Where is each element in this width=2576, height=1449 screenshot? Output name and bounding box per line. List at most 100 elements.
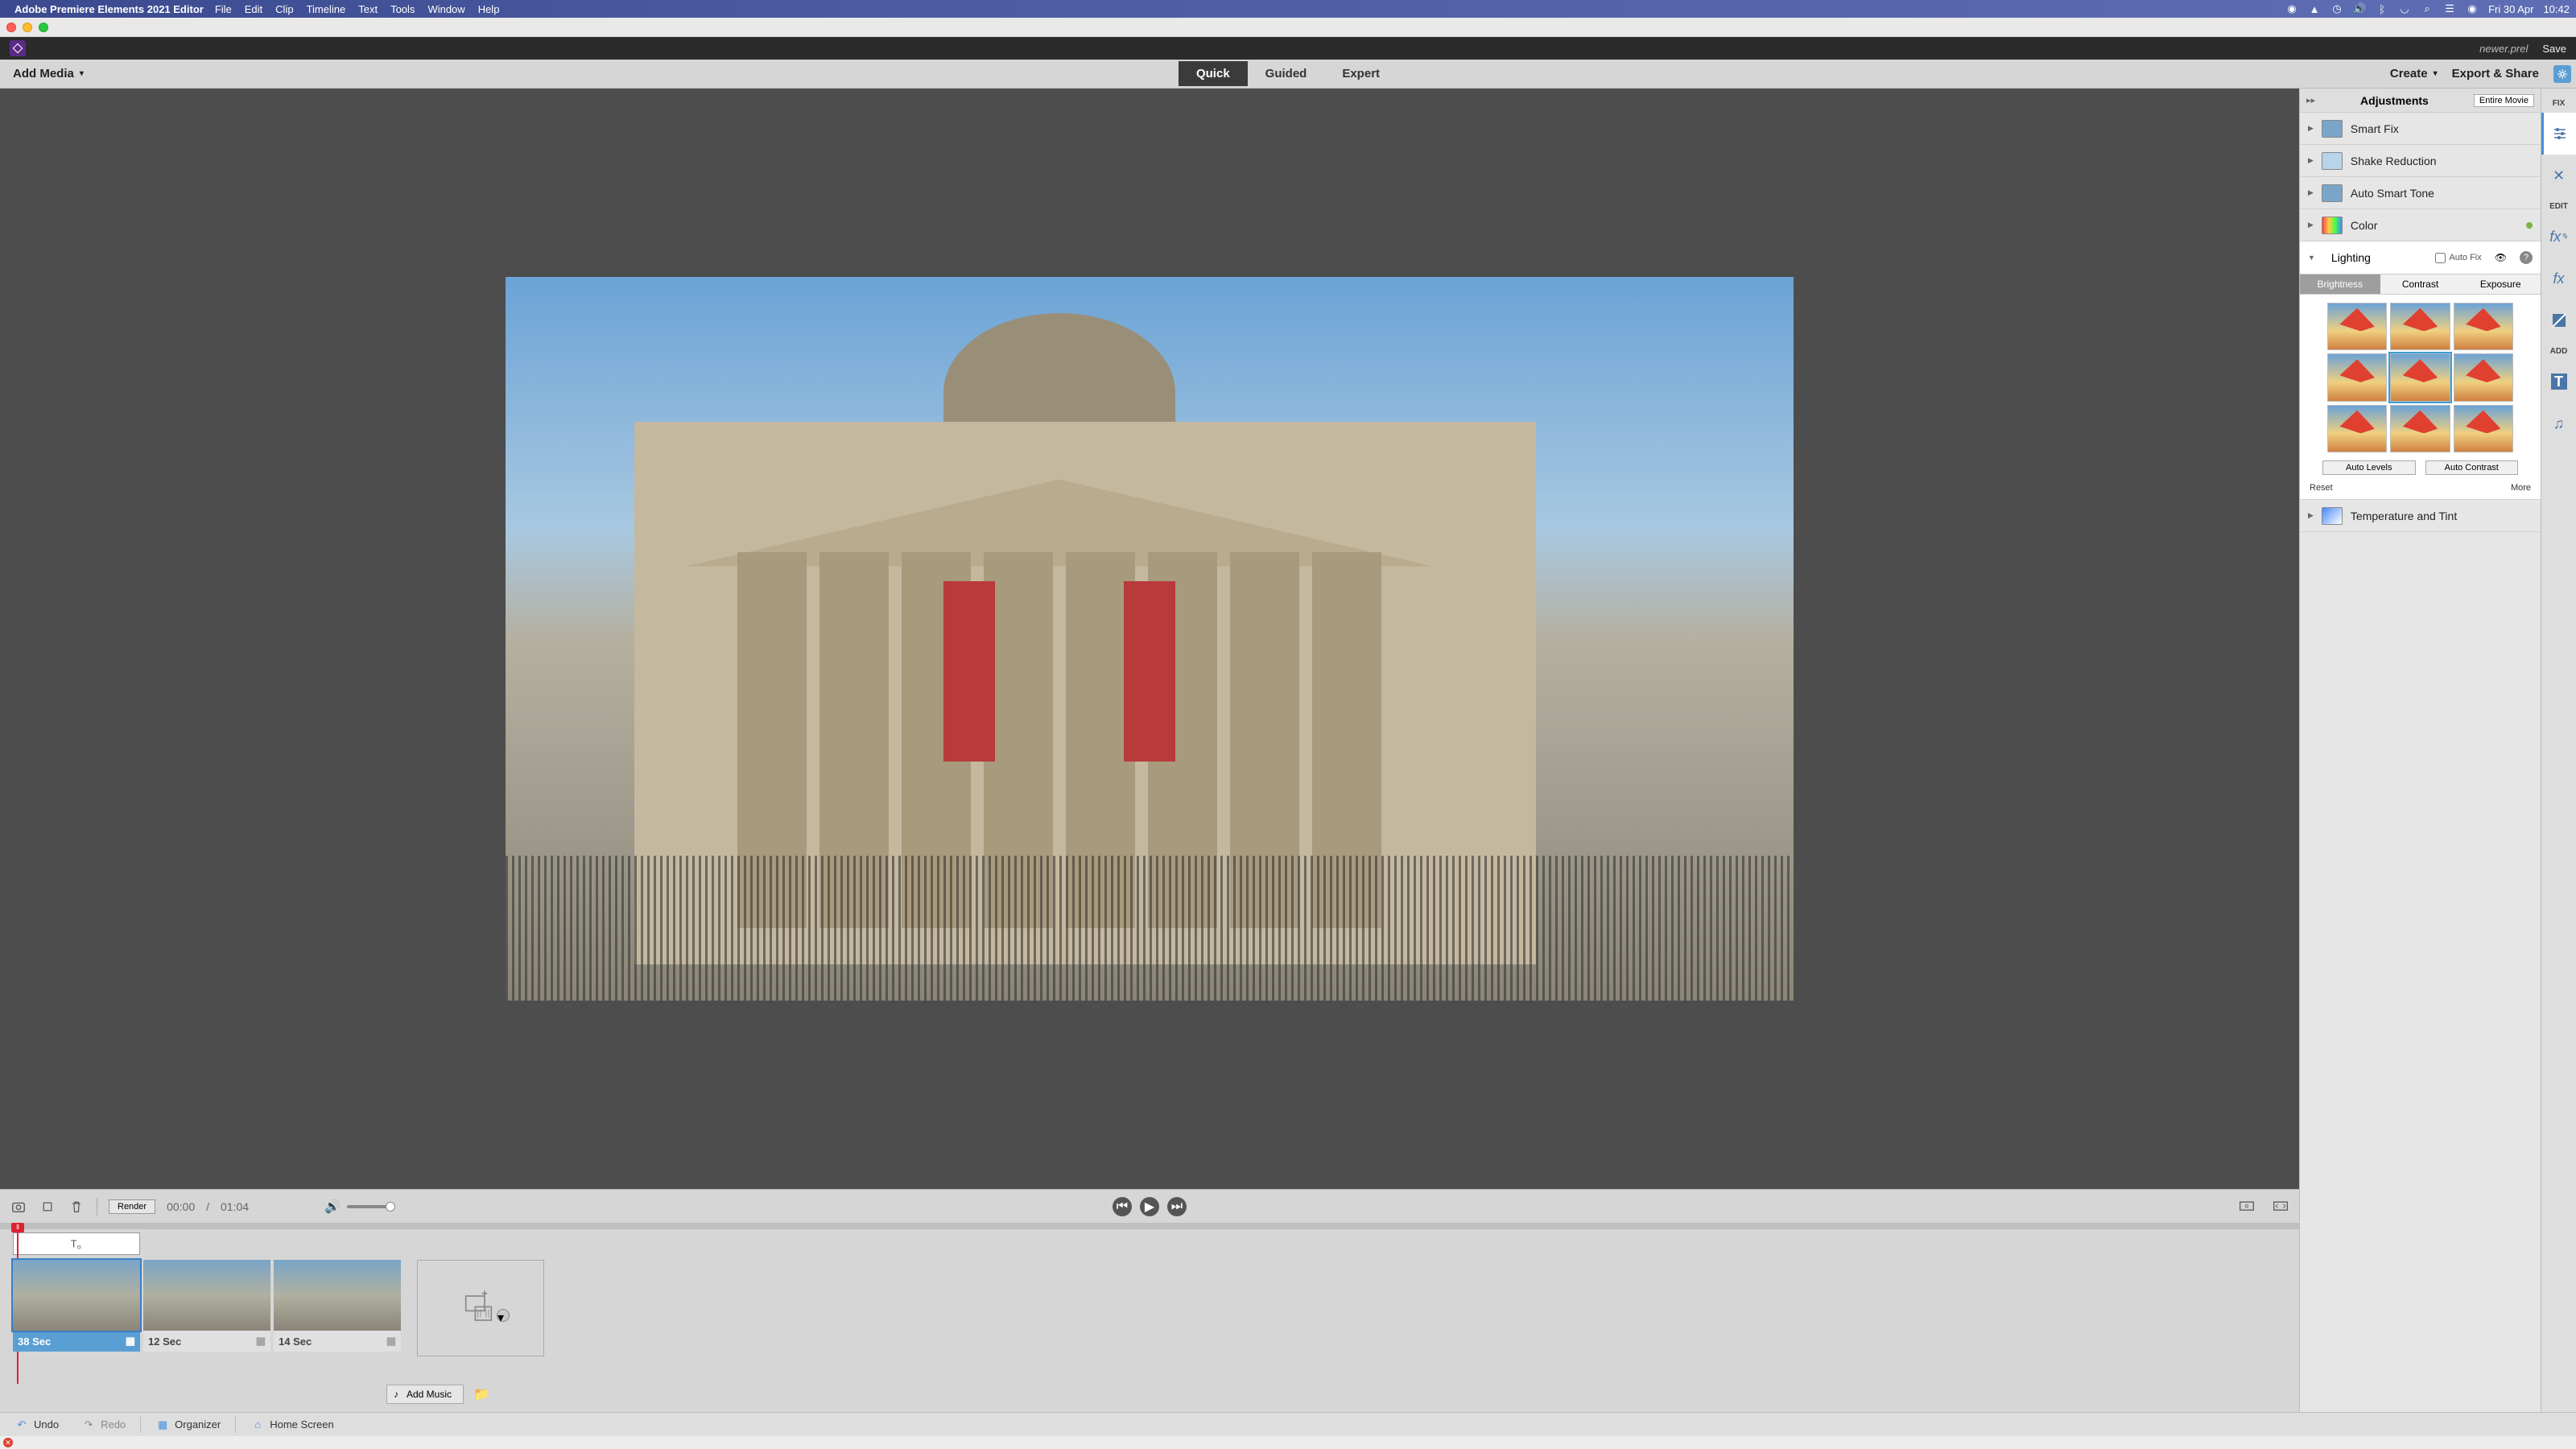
menu-clip[interactable]: Clip	[275, 3, 293, 15]
save-button[interactable]: Save	[2542, 43, 2566, 55]
organizer-button[interactable]: ▦Organizer	[147, 1415, 229, 1435]
play-button[interactable]: ▶	[1140, 1197, 1159, 1216]
preset-3[interactable]	[2454, 303, 2513, 350]
export-share-button[interactable]: Export & Share	[2452, 67, 2539, 80]
menu-edit[interactable]: Edit	[245, 3, 262, 15]
quality-icon[interactable]	[2238, 1198, 2256, 1216]
subtab-brightness[interactable]: Brightness	[2300, 275, 2380, 294]
title-track-slot[interactable]: To	[13, 1232, 140, 1255]
trim-handle-left[interactable]	[274, 1283, 277, 1307]
siri-icon[interactable]: ◉	[2466, 2, 2479, 15]
trim-handle-right[interactable]	[398, 1283, 401, 1307]
tool-transitions[interactable]	[2541, 299, 2576, 341]
bluetooth-icon[interactable]: ᛒ	[2376, 2, 2388, 15]
menu-file[interactable]: File	[215, 3, 232, 15]
tab-expert[interactable]: Expert	[1324, 61, 1397, 86]
clip-2[interactable]: ▾ 12 Sec▦	[143, 1260, 270, 1352]
preset-9[interactable]	[2454, 405, 2513, 452]
app-name[interactable]: Adobe Premiere Elements 2021 Editor	[14, 3, 204, 15]
subtab-exposure[interactable]: Exposure	[2460, 275, 2541, 294]
menu-help[interactable]: Help	[478, 3, 500, 15]
tool-music[interactable]: ♫	[2541, 402, 2576, 444]
help-icon[interactable]: ?	[2520, 251, 2533, 264]
tool-fx[interactable]: fx	[2541, 258, 2576, 299]
clip-menu-icon[interactable]: ▾	[385, 1263, 398, 1276]
adj-shake-reduction[interactable]: ▶Shake Reduction	[2300, 145, 2541, 177]
subtab-contrast[interactable]: Contrast	[2380, 275, 2461, 294]
menu-text[interactable]: Text	[358, 3, 378, 15]
control-center-icon[interactable]: ☰	[2443, 2, 2456, 15]
collapse-panel-icon[interactable]: ▸▸	[2306, 95, 2315, 105]
menu-tools[interactable]: Tools	[390, 3, 415, 15]
settings-gear-icon[interactable]	[2553, 65, 2571, 83]
adj-lighting-header[interactable]: ▼ Lighting Auto Fix 👁 ?	[2300, 242, 2541, 274]
record-icon[interactable]: ◉	[2285, 2, 2298, 15]
render-button[interactable]: Render	[109, 1199, 155, 1214]
marker-icon[interactable]	[39, 1198, 56, 1216]
dropzone-menu-icon[interactable]: ▾	[497, 1309, 510, 1322]
volume-icon[interactable]: 🔊	[2353, 2, 2366, 15]
tool-fx-pen[interactable]: fx✎	[2541, 216, 2576, 258]
preset-7[interactable]	[2327, 405, 2387, 452]
clock-icon[interactable]: ◷	[2330, 2, 2343, 15]
adj-color[interactable]: ▶Color	[2300, 209, 2541, 242]
undo-button[interactable]: ↶Undo	[6, 1415, 67, 1435]
preset-4[interactable]	[2327, 353, 2387, 401]
preset-8[interactable]	[2390, 405, 2450, 452]
trim-handle-right[interactable]	[137, 1283, 140, 1307]
adj-temperature-tint[interactable]: ▶Temperature and Tint	[2300, 500, 2541, 532]
timeline-ruler[interactable]	[0, 1223, 2299, 1229]
preset-1[interactable]	[2327, 303, 2387, 350]
reset-link[interactable]: Reset	[2310, 483, 2333, 493]
redo-button[interactable]: ↷Redo	[73, 1415, 134, 1435]
notification-icon[interactable]: ▲	[2308, 2, 2321, 15]
volume-slider[interactable]	[347, 1205, 395, 1208]
create-button[interactable]: Create	[2390, 67, 2438, 80]
add-media-button[interactable]: Add Media	[5, 62, 92, 85]
tool-adjust[interactable]	[2541, 113, 2576, 155]
adj-smart-fix[interactable]: ▶Smart Fix	[2300, 113, 2541, 145]
preview-frame[interactable]	[506, 277, 1793, 1001]
trim-handle-left[interactable]	[13, 1283, 16, 1307]
preset-2[interactable]	[2390, 303, 2450, 350]
speaker-icon[interactable]: 🔊	[324, 1199, 341, 1215]
home-screen-button[interactable]: ⌂Home Screen	[242, 1415, 341, 1435]
close-window-button[interactable]	[6, 23, 16, 32]
fullscreen-window-button[interactable]	[39, 23, 48, 32]
trim-handle-right[interactable]	[267, 1283, 270, 1307]
fullscreen-icon[interactable]	[2272, 1198, 2289, 1216]
folder-icon[interactable]: 📁	[473, 1386, 489, 1402]
prev-button[interactable]: ⏮	[1113, 1197, 1132, 1216]
add-music-button[interactable]: ♪ Add Music	[386, 1385, 464, 1404]
clip-1[interactable]: ▾ 38 Sec▦	[13, 1260, 140, 1352]
snapshot-icon[interactable]	[10, 1198, 27, 1216]
auto-levels-button[interactable]: Auto Levels	[2322, 460, 2416, 475]
eye-icon[interactable]: 👁	[2495, 252, 2507, 263]
tab-quick[interactable]: Quick	[1179, 61, 1248, 86]
adj-auto-smart-tone[interactable]: ▶Auto Smart Tone	[2300, 177, 2541, 209]
menu-timeline[interactable]: Timeline	[307, 3, 346, 15]
auto-contrast-button[interactable]: Auto Contrast	[2425, 460, 2519, 475]
trim-handle-left[interactable]	[143, 1283, 147, 1307]
trash-icon[interactable]	[68, 1198, 85, 1216]
more-link[interactable]: More	[2511, 483, 2531, 493]
media-dropzone[interactable]: ▾	[417, 1260, 544, 1356]
auto-fix-checkbox[interactable]: Auto Fix	[2435, 253, 2481, 263]
next-button[interactable]: ⏭	[1167, 1197, 1187, 1216]
preset-5[interactable]	[2390, 353, 2450, 401]
minimize-window-button[interactable]	[23, 23, 32, 32]
tool-titles[interactable]: T	[2541, 361, 2576, 402]
tool-tools[interactable]: ✕	[2541, 155, 2576, 196]
menu-window[interactable]: Window	[427, 3, 464, 15]
search-icon[interactable]: ⌕	[2421, 2, 2434, 15]
clip-3[interactable]: ▾ 14 Sec▦	[274, 1260, 401, 1352]
error-indicator-icon[interactable]: ✕	[3, 1438, 13, 1447]
menubar-date[interactable]: Fri 30 Apr	[2488, 3, 2533, 15]
entire-movie-button[interactable]: Entire Movie	[2474, 94, 2534, 107]
clip-grip-icon[interactable]	[16, 1263, 27, 1274]
menubar-time[interactable]: 10:42	[2543, 3, 2570, 15]
tab-guided[interactable]: Guided	[1248, 61, 1325, 86]
clip-menu-icon[interactable]: ▾	[254, 1263, 267, 1276]
clip-menu-icon[interactable]: ▾	[124, 1263, 137, 1276]
preset-6[interactable]	[2454, 353, 2513, 401]
